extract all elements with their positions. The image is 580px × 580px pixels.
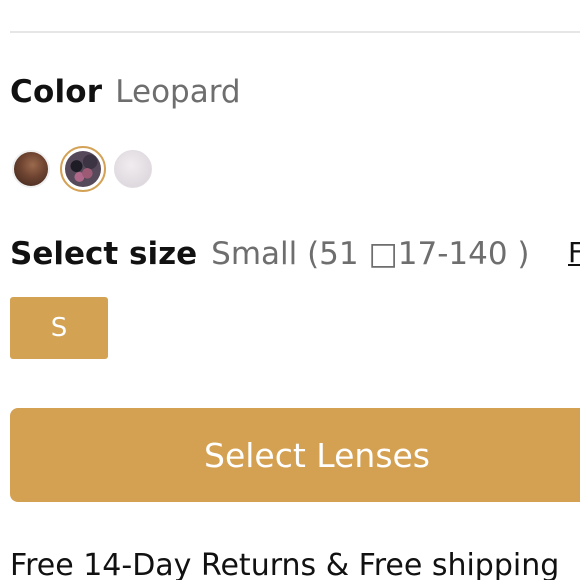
size-label: Select size: [10, 236, 198, 272]
size-guide-link[interactable]: F: [568, 236, 580, 269]
product-options-panel: Color Leopard Select size Small (51 □17-…: [0, 0, 580, 580]
shipping-returns-text: Free 14-Day Returns & Free shipping: [10, 548, 560, 580]
selected-size-value: Small (51 □17-140 ): [211, 236, 530, 272]
size-option-small-button[interactable]: S: [10, 297, 108, 359]
swatch-clear-crystal[interactable]: [114, 150, 152, 188]
color-swatches: [12, 145, 152, 193]
swatch-leopard-selected[interactable]: [60, 146, 106, 192]
color-heading: Color Leopard: [10, 74, 241, 114]
select-lenses-button[interactable]: Select Lenses: [10, 408, 580, 502]
divider: [10, 31, 580, 33]
selected-color-value: Leopard: [115, 74, 241, 110]
swatch-leopard-fill: [65, 151, 101, 187]
swatch-brown-tortoise[interactable]: [12, 150, 50, 188]
color-label: Color: [10, 74, 103, 110]
size-heading: Select size Small (51 □17-140 ): [10, 236, 530, 276]
